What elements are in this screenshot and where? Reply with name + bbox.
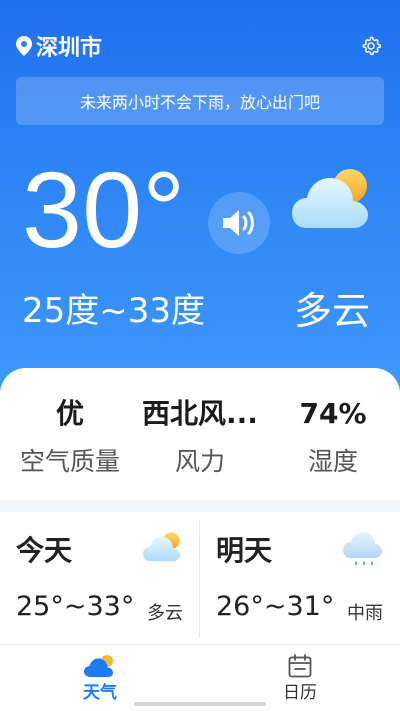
weather-icon (84, 655, 113, 677)
speaker-icon (223, 210, 254, 236)
location-pin-icon (16, 36, 32, 56)
wind-value: 西北风... (142, 397, 258, 430)
forecast-condition: 中雨 (347, 603, 383, 624)
forecast-temp: 26°~31° (216, 591, 335, 622)
wind-label: 风力 (174, 447, 225, 476)
bottom-tab-bar: 天气 日历 (0, 644, 400, 711)
city-name: 深圳市 (36, 36, 103, 61)
partly-cloudy-icon (292, 169, 368, 228)
forecast-card-tomorrow[interactable]: 明天 26°~31° 中雨 (200, 512, 399, 644)
air-quality-label: 空气质量 (19, 447, 120, 476)
rain-notice-text: 未来两小时不会下雨，放心出门吧 (79, 93, 320, 112)
temperature-range: 25度~33度 (22, 291, 206, 331)
calendar-icon (288, 654, 312, 678)
forecast-temp: 25°~33° (16, 591, 135, 622)
humidity-label: 湿度 (307, 447, 358, 476)
city-selector[interactable]: 深圳市 (16, 30, 102, 62)
top-bar: 深圳市 (0, 28, 400, 64)
rain-cloud-icon (343, 532, 382, 565)
forecast-day: 明天 (216, 534, 273, 567)
forecast-condition: 多云 (147, 603, 183, 624)
forecast-day: 今天 (16, 534, 73, 567)
forecast-cards: 今天 25°~33° 多云 明天 26°~31° 中雨 (0, 512, 400, 644)
tab-calendar-label: 日历 (283, 683, 317, 703)
tab-weather-label: 天气 (83, 683, 117, 703)
current-temperature: 30° (22, 149, 186, 270)
air-quality-value: 优 (55, 397, 84, 430)
home-indicator (134, 702, 266, 706)
humidity-value: 74% (299, 397, 367, 430)
rain-notice-banner[interactable]: 未来两小时不会下雨，放心出门吧 (16, 77, 384, 125)
stats-panel: 优 空气质量 西北风... 风力 74% 湿度 (0, 368, 400, 500)
voice-broadcast-button[interactable] (208, 192, 270, 254)
forecast-card-today[interactable]: 今天 25°~33° 多云 (0, 512, 199, 644)
gear-icon[interactable] (360, 35, 382, 57)
current-condition: 多云 (293, 289, 370, 333)
partly-cloudy-icon (143, 532, 181, 562)
